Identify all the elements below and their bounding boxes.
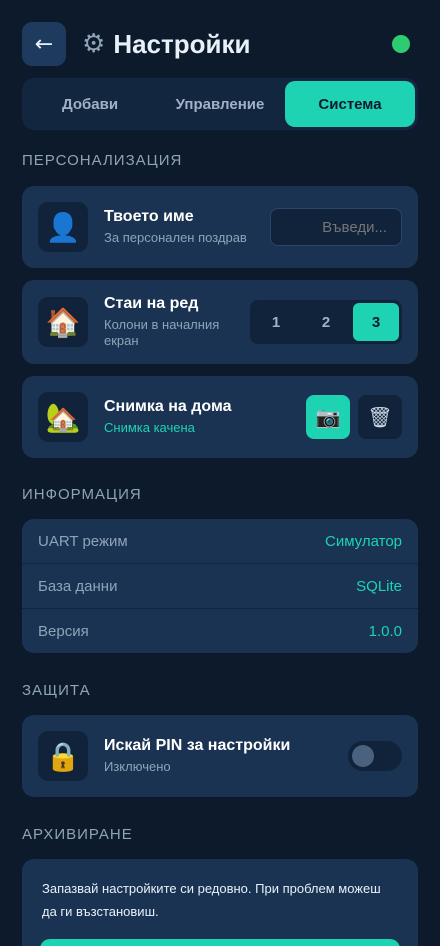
info-value-uart: Симулатор xyxy=(324,532,402,550)
columns-option-3[interactable]: 3 xyxy=(353,303,399,341)
home-photo-status: Снимка качена xyxy=(104,420,195,435)
info-label-version: Версия xyxy=(38,623,89,640)
delete-photo-button[interactable]: 🗑 xyxy=(358,395,402,439)
header: ← ⚙ Настройки xyxy=(22,22,418,66)
rooms-setting-card: 🏠 Стаи на ред Колони в началния екран 1 … xyxy=(22,280,418,364)
rooms-setting-subtitle: Колони в началния екран xyxy=(104,317,220,348)
info-label-uart: UART режим xyxy=(38,532,128,550)
home-photo-title: Снимка на дома xyxy=(104,398,232,415)
page-title: ⚙ Настройки xyxy=(82,29,251,60)
pin-toggle[interactable] xyxy=(348,741,402,771)
connection-status-dot xyxy=(392,35,410,53)
info-row-uart: UART режим Симулатор xyxy=(22,519,418,564)
info-value-version: 1.0.0 xyxy=(368,623,402,640)
name-input[interactable] xyxy=(270,208,402,246)
section-security-title: ЗАЩИТА xyxy=(22,682,91,699)
tab-manage[interactable]: Управление xyxy=(155,81,285,127)
rooms-setting-title: Стаи на ред xyxy=(104,295,199,312)
camera-icon: 📷 xyxy=(315,405,341,429)
user-icon: 👤 xyxy=(38,202,88,252)
name-setting-subtitle: За персонален поздрав xyxy=(104,230,247,245)
info-label-database: База данни xyxy=(38,577,118,595)
backup-button[interactable] xyxy=(40,939,400,946)
archive-description: Запазвай настройките си редовно. При про… xyxy=(42,881,381,919)
page-title-text: Настройки xyxy=(113,28,251,59)
section-archive-title: АРХИВИРАНЕ xyxy=(22,826,133,843)
upload-photo-button[interactable]: 📷 xyxy=(306,395,350,439)
home-photo-card: 🏡 Снимка на дома Снимка качена 📷 🗑 xyxy=(22,376,418,458)
name-setting-card: 👤 Твоето име За персонален поздрав xyxy=(22,186,418,268)
pin-setting-status: Изключено xyxy=(104,759,171,774)
lock-icon: 🔒 xyxy=(38,731,88,781)
archive-card: Запазвай настройките си редовно. При про… xyxy=(22,859,418,946)
info-row-database: База данни SQLite xyxy=(22,564,418,609)
tab-bar: Добави Управление Система xyxy=(22,78,418,130)
tab-system[interactable]: Система xyxy=(285,81,415,127)
section-information-title: ИНФОРМАЦИЯ xyxy=(22,486,142,503)
gear-icon: ⚙ xyxy=(82,29,106,59)
info-card: UART режим Симулатор База данни SQLite В… xyxy=(22,519,418,653)
columns-option-1[interactable]: 1 xyxy=(253,303,299,341)
house-icon: 🏠 xyxy=(38,297,88,347)
back-button[interactable]: ← xyxy=(22,22,66,66)
trash-icon: 🗑 xyxy=(367,405,393,429)
columns-option-2[interactable]: 2 xyxy=(303,303,349,341)
info-value-database: SQLite xyxy=(356,577,402,595)
columns-selector: 1 2 3 xyxy=(250,300,402,344)
pin-setting-title: Искай PIN за настройки xyxy=(104,737,291,754)
pin-setting-card: 🔒 Искай PIN за настройки Изключено xyxy=(22,715,418,797)
info-row-version: Версия 1.0.0 xyxy=(22,609,418,654)
name-setting-title: Твоето име xyxy=(104,208,194,225)
back-arrow-icon: ← xyxy=(34,31,54,57)
tab-add[interactable]: Добави xyxy=(25,81,155,127)
section-personalization-title: ПЕРСОНАЛИЗАЦИЯ xyxy=(22,152,183,169)
home-photo-icon: 🏡 xyxy=(38,392,88,442)
pin-toggle-knob xyxy=(352,745,374,767)
